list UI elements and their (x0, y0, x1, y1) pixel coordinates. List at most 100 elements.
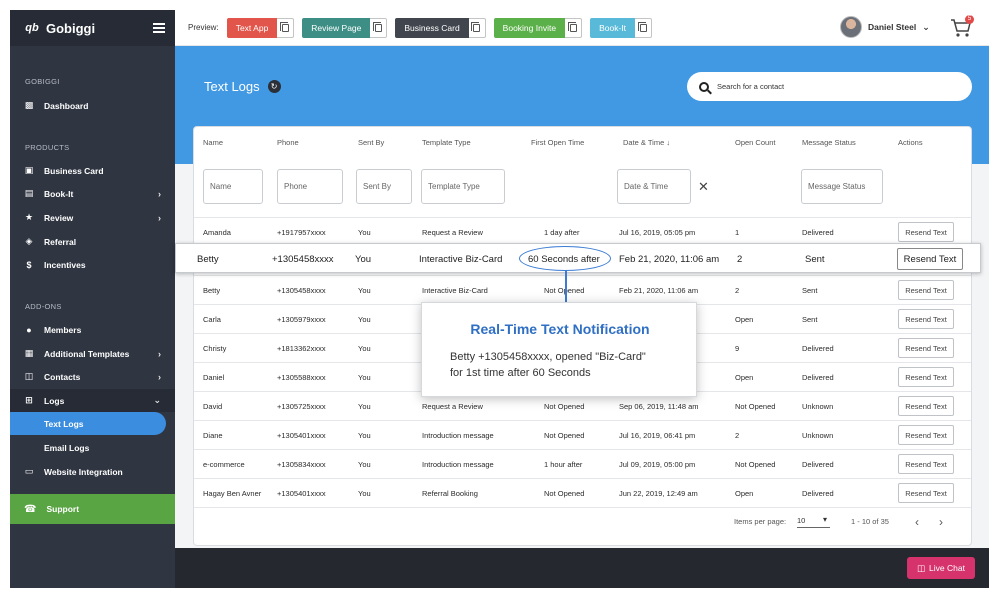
preview-booking-invite-button[interactable]: Booking Invite (493, 17, 566, 38)
sidebar-item-review[interactable]: ★ Review › (10, 206, 175, 229)
search-input[interactable]: Search for a contact (687, 72, 972, 101)
sidebar-item-text-logs[interactable]: Text Logs (10, 412, 166, 435)
preview-book-it-button[interactable]: Book-It (590, 17, 636, 38)
cart-icon[interactable]: 5 (950, 15, 974, 38)
cell-first-open: 1 hour after (544, 460, 583, 469)
sidebar-item-referral[interactable]: ◈ Referral (10, 230, 175, 253)
cell-name: e-commerce (203, 460, 245, 469)
resend-text-button[interactable]: Resend Text (898, 338, 954, 358)
header-name[interactable]: Name (203, 138, 223, 147)
cell-open-count: Open (735, 489, 754, 498)
filter-phone-input[interactable]: Phone (277, 169, 343, 204)
cell-template-type: Introduction message (422, 460, 494, 469)
sidebar-item-incentives[interactable]: $ Incentives (10, 253, 175, 276)
header-first-open-time[interactable]: First Open Time (531, 138, 584, 147)
sidebar-item-book-it[interactable]: ▤ Book-It › (10, 182, 175, 205)
callout-line-1: Betty +1305458xxxx, opened "Biz-Card" (450, 351, 646, 363)
chevron-down-icon: ⌄ (153, 395, 161, 405)
sidebar-item-email-logs[interactable]: Email Logs (10, 436, 175, 459)
support-button[interactable]: ☎ Support (10, 494, 175, 524)
sidebar-item-additional-templates[interactable]: ▦ Additional Templates › (10, 342, 175, 365)
resend-text-button[interactable]: Resend Text (898, 367, 954, 387)
cell-sent-by: You (358, 344, 371, 353)
resend-text-button[interactable]: Resend Text (898, 396, 954, 416)
cell-template-type: Interactive Biz-Card (422, 286, 488, 295)
copy-icon[interactable] (635, 17, 653, 38)
chevron-right-icon: › (158, 212, 161, 223)
clear-filter-icon[interactable]: ✕ (698, 179, 709, 195)
header-phone[interactable]: Phone (277, 138, 299, 147)
header-template-type[interactable]: Template Type (422, 138, 471, 147)
footer (175, 548, 989, 588)
sidebar-item-label: Contacts (44, 371, 81, 382)
table-row[interactable]: Amanda +1917957xxxx You Request a Review… (194, 217, 971, 246)
items-per-page-select[interactable]: 10 (797, 515, 830, 528)
copy-icon[interactable] (277, 17, 295, 38)
cell-phone: +1305725xxxx (277, 402, 326, 411)
resend-text-button[interactable]: Resend Text (898, 222, 954, 242)
sidebar-item-dashboard[interactable]: ▩ Dashboard (10, 94, 175, 117)
copy-icon[interactable] (370, 17, 388, 38)
cell-name: David (203, 402, 223, 411)
cell-first-open: Not Opened (544, 489, 585, 498)
dashboard-icon: ▩ (24, 100, 34, 110)
brand-name: Gobiggi (46, 20, 96, 36)
sidebar-item-label: Dashboard (44, 100, 89, 111)
business-card-icon: ▣ (24, 165, 34, 175)
preview-text-app-button[interactable]: Text App (226, 17, 278, 38)
highlighted-row[interactable]: Betty +1305458xxxx You Interactive Biz-C… (175, 243, 981, 273)
resend-text-button[interactable]: Resend Text (898, 454, 954, 474)
resend-text-button[interactable]: Resend Text (898, 425, 954, 445)
header-sent-by[interactable]: Sent By (358, 138, 384, 147)
live-chat-button[interactable]: ◫ Live Chat (907, 557, 975, 579)
sidebar-item-business-card[interactable]: ▣ Business Card (10, 159, 175, 182)
cell-phone: +1305401xxxx (277, 431, 326, 440)
sidebar-item-logs[interactable]: ⊞ Logs ⌄ (10, 389, 175, 412)
members-icon: ● (26, 324, 32, 335)
sidebar-item-members[interactable]: ● Members (10, 318, 175, 341)
resend-text-button[interactable]: Resend Text (898, 483, 954, 503)
table-row[interactable]: Diane +1305401xxxx You Introduction mess… (194, 420, 971, 449)
sidebar-item-label: Text Logs (44, 418, 84, 429)
cell-first-open: Not Opened (544, 431, 585, 440)
cell-name: Betty (203, 286, 221, 295)
filter-template-type-input[interactable]: Template Type (421, 169, 505, 204)
copy-icon[interactable] (468, 17, 486, 38)
cell-sent-by: You (355, 253, 372, 265)
resend-text-button[interactable]: Resend Text (897, 248, 963, 270)
refresh-icon[interactable]: ↻ (267, 80, 281, 93)
filter-name-input[interactable]: Name (203, 169, 263, 204)
user-menu[interactable]: Daniel Steel ⌄ (840, 16, 930, 38)
filter-sent-by-input[interactable]: Sent By (356, 169, 412, 204)
resend-text-button[interactable]: Resend Text (898, 280, 954, 300)
sidebar-item-label: Website Integration (44, 466, 123, 477)
preview-business-card-button[interactable]: Business Card (395, 17, 469, 38)
cell-message-status: Sent (802, 315, 818, 324)
filter-message-status-input[interactable]: Message Status (801, 169, 883, 204)
hamburger-menu-icon[interactable] (153, 23, 165, 33)
resend-text-button[interactable]: Resend Text (898, 309, 954, 329)
support-icon: ☎ (24, 503, 37, 515)
table-row[interactable]: Betty +1305458xxxx You Interactive Biz-C… (194, 275, 971, 304)
chevron-left-icon[interactable]: ‹ (915, 515, 919, 529)
table-row[interactable]: Hagay Ben Avner +1305401xxxx You Referra… (194, 478, 971, 507)
header-date-time[interactable]: Date & Time ↓ (623, 138, 670, 147)
copy-icon[interactable] (565, 17, 583, 38)
cell-name: Hagay Ben Avner (203, 489, 262, 498)
header-open-count[interactable]: Open Count (735, 138, 775, 147)
section-gobiggi: GOBIGGI (25, 77, 60, 86)
header-message-status[interactable]: Message Status (802, 138, 856, 147)
sidebar-item-website-integration[interactable]: ▭ Website Integration (10, 460, 175, 483)
sidebar-item-label: Business Card (44, 165, 104, 176)
brand-logo[interactable]: qb Gobiggi (24, 20, 95, 36)
sidebar-item-contacts[interactable]: ◫ Contacts › (10, 365, 175, 388)
cell-message-status: Delivered (802, 460, 834, 469)
preview-review-page: Review Page (302, 17, 388, 38)
cell-phone: +1305834xxxx (277, 460, 326, 469)
chevron-right-icon[interactable]: › (939, 515, 943, 529)
table-row[interactable]: e-commerce +1305834xxxx You Introduction… (194, 449, 971, 478)
cell-message-status: Delivered (802, 373, 834, 382)
filter-date-time-input[interactable]: Date & Time (617, 169, 691, 204)
support-label: Support (46, 504, 80, 514)
preview-review-page-button[interactable]: Review Page (302, 17, 371, 38)
